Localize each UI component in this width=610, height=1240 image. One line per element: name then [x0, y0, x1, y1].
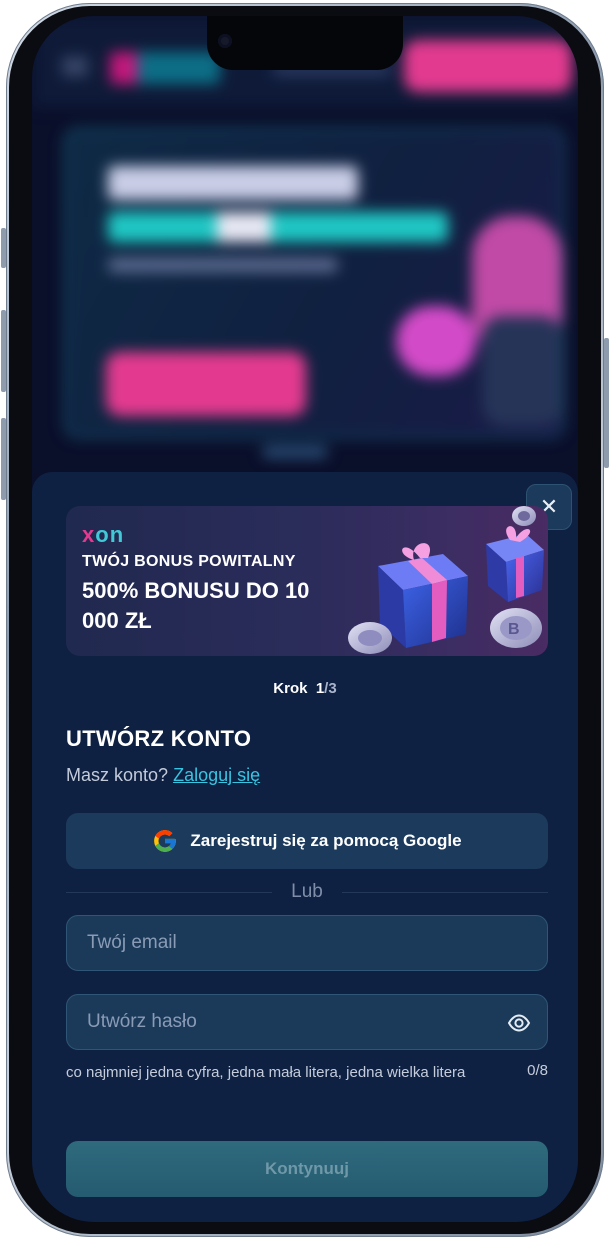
background-banner-button	[106, 352, 306, 416]
login-link[interactable]: Zaloguj się	[173, 765, 260, 785]
welcome-bonus-banner: xon TWÓJ BONUS POWITALNY 500% BONUSU DO …	[66, 506, 548, 656]
password-field	[66, 994, 548, 1050]
volume-down-button	[1, 418, 6, 500]
password-requirements: co najmniej jedna cyfra, jedna mała lite…	[66, 1064, 466, 1081]
bonus-headline: 500% BONUSU DO 10 000 ZŁ	[82, 578, 310, 633]
background-logo	[110, 52, 220, 84]
background-register-button	[404, 40, 572, 92]
background-banner-text	[108, 258, 338, 272]
blurred-background-page	[32, 16, 578, 476]
page-title: UTWÓRZ KONTO	[66, 726, 252, 751]
login-prompt: Masz konto? Zaloguj się	[66, 765, 260, 786]
eye-icon[interactable]	[507, 1011, 531, 1035]
registration-modal: ✕ xon TWÓJ BONUS POWITALNY 500% BONUSU D…	[32, 472, 578, 1222]
brand-logo: xon	[82, 522, 125, 547]
bonus-subtitle: TWÓJ BONUS POWITALNY	[82, 553, 296, 570]
continue-button[interactable]: Kontynuuj	[66, 1141, 548, 1197]
background-banner-shape	[482, 316, 562, 426]
volume-up-button	[1, 310, 6, 392]
svg-text:B: B	[508, 621, 520, 638]
notch	[207, 16, 403, 70]
google-signup-button[interactable]: Zarejestruj się za pomocą Google	[66, 813, 548, 869]
step-total: /3	[324, 680, 337, 697]
background-carousel-dots	[262, 446, 328, 458]
password-length-counter: 0/8	[527, 1062, 548, 1079]
email-input[interactable]	[67, 916, 547, 970]
email-field	[66, 915, 548, 971]
step-current: 1	[315, 680, 325, 697]
gift-boxes-illustration: B	[348, 506, 544, 654]
or-label: Lub	[291, 881, 323, 902]
login-question: Masz konto?	[66, 765, 169, 785]
phone-screen: ✕ xon TWÓJ BONUS POWITALNY 500% BONUSU D…	[32, 16, 578, 1222]
silent-switch	[1, 228, 6, 268]
background-menu-icon	[62, 58, 88, 76]
password-input[interactable]	[67, 995, 547, 1049]
background-banner-offer	[108, 212, 448, 242]
step-indicator: Krok 1/3	[32, 680, 578, 697]
background-banner-orb	[396, 306, 476, 376]
step-label: Krok	[273, 680, 308, 697]
front-camera	[218, 34, 232, 48]
background-banner-title	[108, 166, 358, 200]
or-divider: Lub	[66, 878, 548, 906]
google-signup-label: Zarejestruj się za pomocą Google	[190, 831, 462, 850]
google-icon	[154, 830, 177, 852]
power-button	[604, 338, 609, 468]
